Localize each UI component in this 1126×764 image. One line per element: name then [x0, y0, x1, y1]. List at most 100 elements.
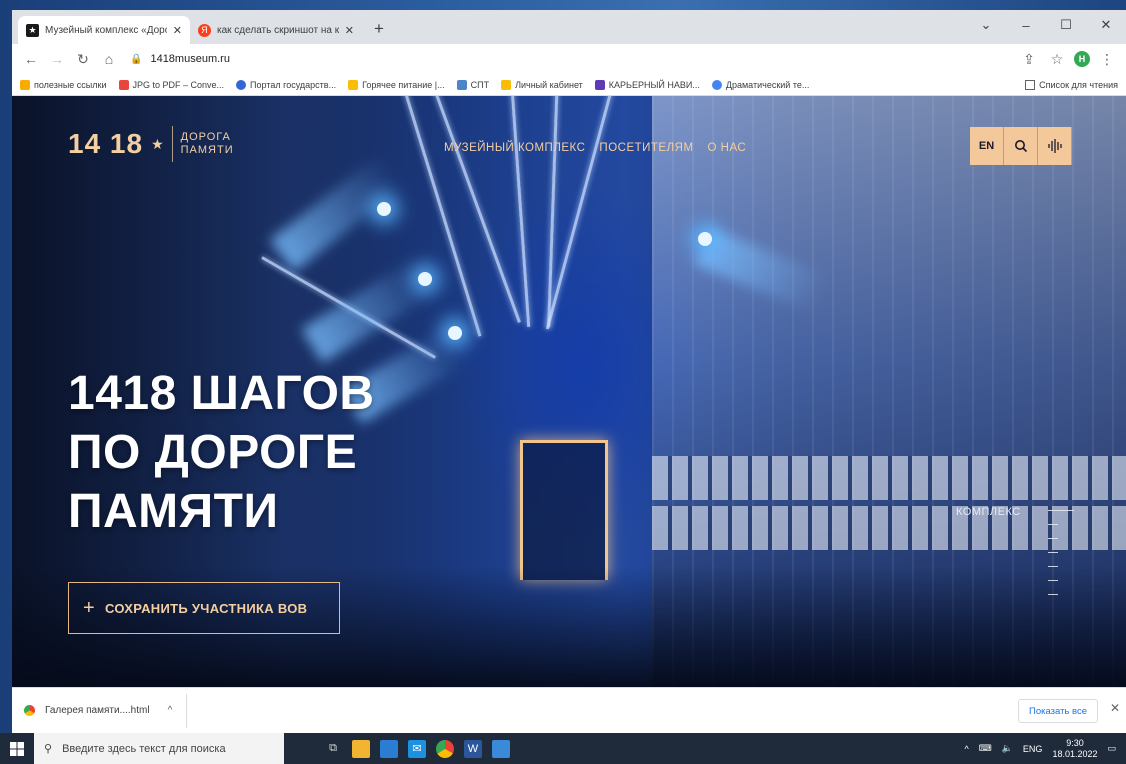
bookmarks-bar: полезные ссылки JPG to PDF – Conve... По…: [12, 74, 1126, 96]
spotlight: [418, 272, 432, 286]
close-icon[interactable]: ✕: [345, 24, 354, 37]
store-icon[interactable]: [380, 739, 398, 758]
chrome-icon: [24, 705, 35, 716]
search-icon[interactable]: [1004, 127, 1038, 165]
spotlight: [448, 326, 462, 340]
mail-icon[interactable]: ✉: [408, 739, 426, 758]
volume-icon[interactable]: 🔈: [1002, 743, 1013, 754]
side-nav-tick[interactable]: [1048, 580, 1058, 581]
spotlight: [698, 232, 712, 246]
bookmark-item[interactable]: КАРЬЕРНЫЙ НАВИ...: [594, 79, 700, 90]
reload-icon[interactable]: ↻: [72, 48, 94, 70]
word-icon[interactable]: W: [464, 739, 482, 758]
windows-start-icon[interactable]: [0, 741, 34, 756]
chevron-up-icon[interactable]: ^: [168, 705, 173, 716]
header-actions: EN: [970, 127, 1072, 165]
nav-item-museum-complex[interactable]: МУЗЕЙНЫЙ КОМПЛЕКС: [444, 142, 585, 154]
new-tab-button[interactable]: +: [366, 16, 392, 42]
forward-arrow-icon[interactable]: →: [46, 48, 68, 70]
side-nav-ticks: [1048, 510, 1074, 608]
minimize-button[interactable]: –: [1006, 10, 1046, 40]
network-icon[interactable]: ⌨: [979, 743, 992, 754]
chevron-up-icon[interactable]: ^: [964, 744, 968, 754]
task-view-icon[interactable]: ⧉: [324, 740, 342, 758]
bookmark-item[interactable]: Горячее питание |...: [348, 79, 445, 90]
download-item[interactable]: Галерея памяти....html ^: [24, 693, 188, 728]
share-icon[interactable]: ⇪: [1018, 48, 1040, 70]
flag-icon: [236, 79, 247, 90]
star-icon: ★: [26, 23, 39, 37]
close-icon[interactable]: ✕: [173, 24, 182, 37]
spotlight: [377, 202, 391, 216]
address-bar[interactable]: 🔒 1418museum.ru: [124, 48, 1014, 70]
clock[interactable]: 9:30 18.01.2022: [1052, 738, 1097, 760]
tab-search-chevron-icon[interactable]: ⌄: [966, 10, 1006, 40]
file-explorer-icon[interactable]: [352, 739, 370, 758]
lock-icon[interactable]: 🔒: [130, 54, 142, 65]
bookmark-item[interactable]: Драматический те...: [711, 79, 809, 90]
side-nav-tick[interactable]: [1048, 510, 1074, 511]
close-window-button[interactable]: ✕: [1086, 10, 1126, 40]
chrome-icon[interactable]: [436, 739, 454, 758]
page-hero: 14 18 ★ ДОРОГА ПАМЯТИ МУЗЕЙНЫЙ КОМПЛЕКС П…: [12, 96, 1126, 687]
logo-subtitle: ДОРОГА ПАМЯТИ: [180, 131, 234, 156]
side-nav-tick[interactable]: [1048, 594, 1058, 595]
plus-icon: +: [83, 596, 95, 619]
reading-list-icon: [1025, 79, 1036, 90]
menu-dots-icon[interactable]: ⋮: [1096, 48, 1118, 70]
bookmark-item[interactable]: полезные ссылки: [20, 79, 107, 90]
browser-window: ★ Музейный комплекс «Дорога П ✕ Я как сд…: [12, 10, 1126, 733]
hero-title: 1418 ШАГОВ ПО ДОРОГЕ ПАМЯТИ: [68, 367, 375, 538]
site-icon: [711, 79, 722, 90]
logo-number: 14 18: [68, 128, 144, 159]
language-indicator[interactable]: ENG: [1023, 744, 1043, 754]
site-icon: [594, 79, 605, 90]
bookmark-item[interactable]: Портал государств...: [236, 79, 336, 90]
tab-strip: ★ Музейный комплекс «Дорога П ✕ Я как сд…: [12, 10, 1126, 44]
close-icon[interactable]: ✕: [1110, 701, 1120, 715]
taskbar-apps: ⧉ ✉ W: [324, 739, 510, 758]
pdf-icon: [118, 79, 129, 90]
show-all-button[interactable]: Показать все: [1018, 699, 1098, 723]
language-button[interactable]: EN: [970, 127, 1004, 165]
notifications-icon[interactable]: ▭: [1107, 743, 1116, 754]
photos-icon[interactable]: [492, 739, 510, 758]
bookmark-item[interactable]: СПТ: [456, 79, 489, 90]
side-nav-label[interactable]: КОМПЛЕКС: [956, 506, 1021, 518]
profile-avatar[interactable]: H: [1074, 51, 1090, 67]
side-nav-tick[interactable]: [1048, 552, 1058, 553]
bookmark-star-icon[interactable]: ☆: [1046, 48, 1068, 70]
url-text: 1418museum.ru: [150, 53, 230, 65]
tab-screenshot-search[interactable]: Я как сделать скриншот на компь ✕: [190, 16, 362, 44]
bookmark-item[interactable]: Личный кабинет: [501, 79, 583, 90]
corridor-door-frame: [520, 440, 608, 580]
save-participant-button[interactable]: + СОХРАНИТЬ УЧАСТНИКА ВОВ: [68, 582, 340, 634]
search-placeholder: Введите здесь текст для поиска: [62, 742, 226, 755]
download-file-name: Галерея памяти....html: [45, 705, 150, 716]
site-icon: [348, 79, 359, 90]
bookmark-item[interactable]: JPG to PDF – Conve...: [118, 79, 224, 90]
side-nav-tick[interactable]: [1048, 538, 1058, 539]
taskbar-search-input[interactable]: ⚲ Введите здесь текст для поиска: [34, 733, 284, 764]
site-logo[interactable]: 14 18 ★ ДОРОГА ПАМЯТИ: [68, 126, 234, 162]
reading-list[interactable]: Список для чтения: [1025, 79, 1126, 90]
site-nav: МУЗЕЙНЫЙ КОМПЛЕКС ПОСЕТИТЕЛЯМ О НАС: [444, 142, 746, 154]
audio-wave-icon[interactable]: [1038, 127, 1072, 165]
side-nav-tick[interactable]: [1048, 566, 1058, 567]
system-tray: ^ ⌨ 🔈 ENG 9:30 18.01.2022 ▭: [964, 738, 1126, 760]
back-arrow-icon[interactable]: ←: [20, 48, 42, 70]
home-icon[interactable]: ⌂: [98, 48, 120, 70]
nav-item-visitors[interactable]: ПОСЕТИТЕЛЯМ: [599, 142, 693, 154]
hero-photo-row: [652, 456, 1126, 500]
side-nav-tick[interactable]: [1048, 524, 1058, 525]
folder-icon: [20, 79, 30, 90]
nav-item-about[interactable]: О НАС: [708, 142, 747, 154]
site-icon: [456, 79, 467, 90]
yandex-icon: Я: [198, 23, 211, 37]
star-icon: ★: [151, 135, 164, 152]
ceiling-light-strip: [510, 96, 531, 328]
tab-title: Музейный комплекс «Дорога П: [45, 24, 167, 36]
maximize-button[interactable]: ☐: [1046, 10, 1086, 40]
tab-museum[interactable]: ★ Музейный комплекс «Дорога П ✕: [18, 16, 190, 44]
windows-taskbar: ⚲ Введите здесь текст для поиска ⧉ ✉ W ^…: [0, 733, 1126, 764]
